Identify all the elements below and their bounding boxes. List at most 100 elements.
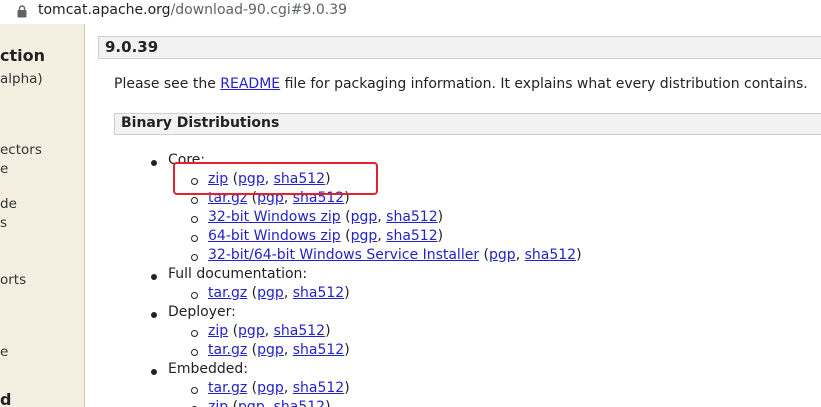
deployer-targz-pgp-link[interactable]: pgp [257, 342, 284, 358]
core-installer-sha512-link[interactable]: sha512 [525, 247, 576, 263]
sub-bullet [191, 387, 198, 394]
punct: , [515, 247, 525, 263]
list-item: tar.gz (pgp, sha512) [208, 285, 350, 301]
sidebar-item-misc[interactable]: e [0, 344, 8, 360]
core-zip-link[interactable]: zip [208, 171, 228, 187]
punct: , [377, 228, 387, 244]
core-installer-link[interactable]: 32-bit/64-bit Windows Service Installer [208, 247, 479, 263]
deployer-targz-sha512-link[interactable]: sha512 [293, 342, 344, 358]
punct: , [283, 380, 293, 396]
core-win32-link[interactable]: 32-bit Windows zip [208, 209, 341, 225]
list-item: tar.gz (pgp, sha512) [208, 380, 350, 396]
bullet [151, 160, 157, 166]
punct: ( [247, 285, 258, 301]
address-bar[interactable]: tomcat.apache.org/download-90.cgi#9.0.39 [0, 0, 821, 24]
sub-bullet [191, 254, 198, 261]
category-full-doc: Full documentation: [168, 266, 308, 282]
punct: ( [228, 399, 239, 407]
doc-targz-link[interactable]: tar.gz [208, 285, 247, 301]
sub-bullet [191, 349, 198, 356]
sidebar-item-alpha[interactable]: alpha) [0, 71, 43, 87]
punct: ( [247, 342, 258, 358]
punct: ( [340, 228, 351, 244]
punct: ( [340, 209, 351, 225]
list-item: tar.gz (pgp, sha512) [208, 190, 350, 206]
sidebar-item-connectors-2[interactable]: e [0, 161, 8, 177]
punct: , [264, 171, 274, 187]
doc-targz-pgp-link[interactable]: pgp [257, 285, 284, 301]
sub-bullet [191, 292, 198, 299]
core-win64-link[interactable]: 64-bit Windows zip [208, 228, 341, 244]
main-content: 9.0.39 Please see the README file for pa… [86, 24, 821, 407]
embedded-zip-pgp-link[interactable]: pgp [238, 399, 265, 407]
deployer-zip-sha512-link[interactable]: sha512 [274, 323, 325, 339]
punct: ) [344, 285, 350, 301]
sub-bullet [191, 235, 198, 242]
core-zip-pgp-link[interactable]: pgp [238, 171, 265, 187]
punct: ( [228, 323, 239, 339]
category-core: Core: [168, 152, 206, 168]
punct: ) [344, 190, 350, 206]
sub-bullet [191, 330, 198, 337]
list-item: zip (pgp, sha512) [208, 399, 331, 407]
punct: ) [325, 171, 331, 187]
embedded-zip-link[interactable]: zip [208, 399, 228, 407]
core-win32-sha512-link[interactable]: sha512 [386, 209, 437, 225]
punct: ) [325, 399, 331, 407]
url-host: tomcat.apache.org [38, 2, 171, 18]
core-win64-pgp-link[interactable]: pgp [351, 228, 378, 244]
sidebar-item-title[interactable]: ction [0, 46, 45, 65]
category-embedded: Embedded: [168, 361, 248, 377]
punct: ( [247, 190, 258, 206]
list-item: 32-bit/64-bit Windows Service Installer … [208, 247, 582, 263]
lock-icon [17, 5, 27, 18]
intro-text: Please see the README file for packaging… [114, 76, 808, 92]
core-zip-sha512-link[interactable]: sha512 [274, 171, 325, 187]
sub-bullet [191, 216, 198, 223]
list-item: zip (pgp, sha512) [208, 323, 331, 339]
sidebar-item-heading[interactable]: d [0, 390, 11, 407]
punct: ) [344, 342, 350, 358]
sub-bullet [191, 178, 198, 185]
punct: ) [437, 228, 444, 244]
sidebar-item-reports[interactable]: orts [0, 272, 26, 288]
punct: ) [437, 209, 444, 225]
list-item: 32-bit Windows zip (pgp, sha512) [208, 209, 443, 225]
url-path: /download-90.cgi#9.0.39 [170, 2, 348, 18]
intro-before: Please see the [114, 76, 221, 92]
embedded-zip-sha512-link[interactable]: sha512 [274, 399, 325, 407]
bullet [151, 312, 157, 318]
version-heading: 9.0.39 [98, 36, 821, 59]
sidebar: ction alpha) ectors e de s orts e d [0, 24, 85, 407]
section-heading: Binary Distributions [114, 113, 821, 135]
section-title: Binary Distributions [121, 115, 280, 131]
punct: ( [247, 380, 258, 396]
version-title: 9.0.39 [105, 38, 159, 56]
embedded-targz-link[interactable]: tar.gz [208, 380, 247, 396]
punct: ( [479, 247, 490, 263]
embedded-targz-sha512-link[interactable]: sha512 [293, 380, 344, 396]
core-targz-sha512-link[interactable]: sha512 [293, 190, 344, 206]
punct: ) [344, 380, 350, 396]
embedded-targz-pgp-link[interactable]: pgp [257, 380, 284, 396]
deployer-zip-link[interactable]: zip [208, 323, 228, 339]
sidebar-item-guide-2[interactable]: s [0, 215, 7, 231]
readme-link[interactable]: README [220, 76, 280, 92]
punct: ) [325, 323, 331, 339]
core-targz-link[interactable]: tar.gz [208, 190, 247, 206]
core-win64-sha512-link[interactable]: sha512 [386, 228, 437, 244]
deployer-zip-pgp-link[interactable]: pgp [238, 323, 265, 339]
punct: , [377, 209, 387, 225]
core-targz-pgp-link[interactable]: pgp [257, 190, 284, 206]
doc-targz-sha512-link[interactable]: sha512 [293, 285, 344, 301]
url-text[interactable]: tomcat.apache.org/download-90.cgi#9.0.39 [38, 2, 347, 18]
core-installer-pgp-link[interactable]: pgp [489, 247, 516, 263]
sidebar-item-connectors[interactable]: ectors [0, 142, 42, 158]
bullet [151, 274, 157, 280]
punct: ) [576, 247, 582, 263]
deployer-targz-link[interactable]: tar.gz [208, 342, 247, 358]
punct: , [283, 285, 293, 301]
sidebar-item-guide[interactable]: de [0, 196, 17, 212]
bullet [151, 369, 157, 375]
core-win32-pgp-link[interactable]: pgp [351, 209, 378, 225]
